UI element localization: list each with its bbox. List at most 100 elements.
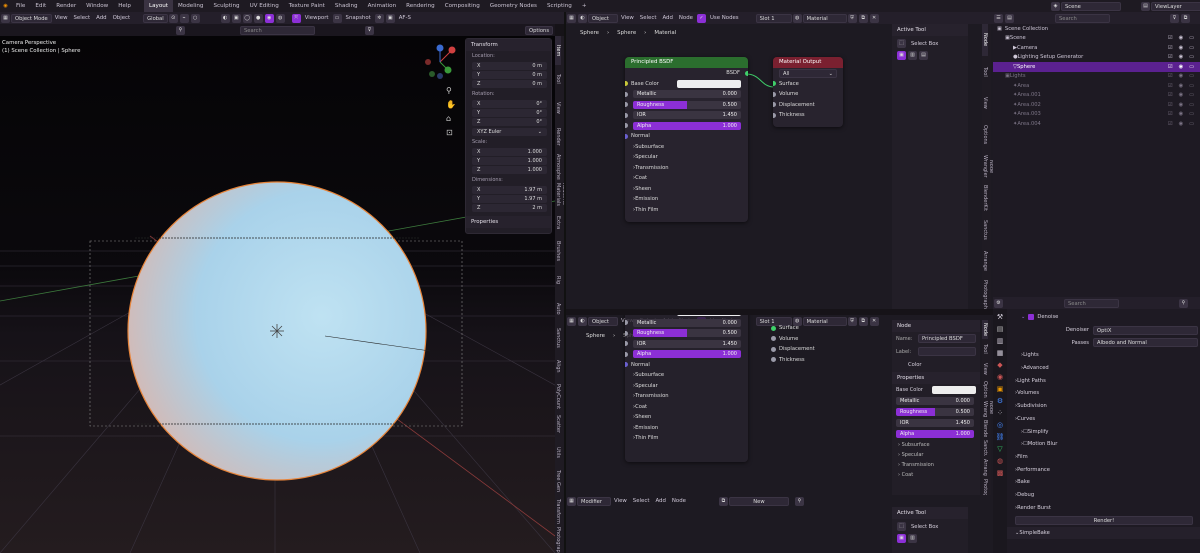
camera-render-icon-9[interactable]: ▭	[1189, 121, 1194, 127]
proportional-icon[interactable]: ○	[190, 13, 200, 23]
mode-new-icon[interactable]: ▣	[897, 51, 906, 60]
np-ior-slider[interactable]: IOR 1.450	[896, 419, 974, 427]
workspace-tab-4[interactable]: Texture Paint	[284, 0, 330, 12]
outliner-item-area-004[interactable]: ✦ Area.004 ☑ ◉ ▭	[993, 119, 1200, 129]
render-tab-icon[interactable]: ▤	[997, 325, 1004, 333]
lock-icon[interactable]: ⊡	[446, 126, 456, 140]
location-x-field[interactable]: X0 m	[472, 62, 547, 70]
mode-dropdown[interactable]: Object Mode	[11, 13, 52, 23]
color-subpanel[interactable]: Color	[892, 358, 980, 372]
exclude-checkbox-5[interactable]: ☑	[1168, 83, 1173, 89]
panel-advanced[interactable]: › Advanced	[1007, 362, 1200, 375]
outliner-item-area-002[interactable]: ✦ Area.002 ☑ ◉ ▭	[993, 100, 1200, 110]
material-output-node[interactable]: Material Output All ⌄ Surface Volume Displa…	[773, 57, 843, 127]
np-roughness-slider[interactable]: Roughness 0.500	[896, 408, 974, 416]
shading-wire-icon[interactable]: ◯	[242, 13, 252, 23]
pan-hand-icon[interactable]: ✋	[446, 98, 456, 112]
base-color-swatch[interactable]	[677, 79, 741, 88]
camera-view-icon[interactable]: ⌂	[446, 112, 456, 126]
new-collection-icon[interactable]: ⧉	[1181, 13, 1190, 23]
camera-render-icon-2[interactable]: ▭	[1189, 54, 1194, 60]
rotation-z-field[interactable]: Z 0°	[472, 118, 547, 126]
workspace-tab-10[interactable]: Scripting	[542, 0, 577, 12]
tab-scatter[interactable]: Scatter	[555, 409, 561, 438]
tab-node-wrangler[interactable]: Node Wrangler	[982, 398, 993, 417]
bottom-menu-node[interactable]: Node	[669, 498, 689, 504]
modifier-dropdown[interactable]: Modifier	[577, 496, 611, 506]
tab-arrange[interactable]: Arrange	[982, 246, 988, 278]
ior-socket-2[interactable]	[625, 341, 628, 347]
matout-target-dropdown[interactable]: All ⌄	[779, 68, 837, 78]
alpha-slider-2[interactable]: Alpha 1.000	[633, 350, 741, 359]
location-z-field[interactable]: Z0 m	[472, 80, 547, 88]
menu-file[interactable]: File	[11, 3, 30, 9]
outliner-item-sphere[interactable]: ▽ Sphere ☑ ◉ ▭	[993, 62, 1200, 72]
options-dropdown[interactable]: Options	[525, 25, 554, 35]
snap-icon[interactable]: ⌁	[179, 13, 189, 23]
denoise-checkbox[interactable]	[1028, 314, 1035, 321]
dims-y-field[interactable]: Y 1.97 m	[472, 195, 547, 203]
camera-render-icon-0[interactable]: ▭	[1189, 35, 1194, 41]
gear-icon[interactable]: ✲	[374, 13, 384, 23]
exclude-checkbox-4[interactable]: ☑	[1168, 73, 1173, 79]
np-subpanel-specular[interactable]: › Specular	[892, 450, 980, 460]
ior-slider-2[interactable]: IOR 1.450	[633, 339, 741, 348]
tab-align[interactable]: Align	[555, 352, 561, 381]
menu-render[interactable]: Render	[51, 3, 81, 9]
workspace-tab-3[interactable]: UV Editing	[245, 0, 284, 12]
shader-editor-middle[interactable]: ▦◐ObjectViewSelectAddNode✓Use NodesSlot …	[566, 315, 993, 495]
select-box-icon[interactable]: ⬚	[897, 39, 906, 48]
particles-tab-icon[interactable]: ⁘	[997, 409, 1003, 417]
tab-atmosphere[interactable]: Atmosphere	[555, 151, 561, 180]
exclude-checkbox-1[interactable]: ☑	[1168, 45, 1173, 51]
workspace-tab-2[interactable]: Sculpting	[208, 0, 244, 12]
af-icon[interactable]: ▣	[385, 13, 395, 23]
np-metallic-slider[interactable]: Metallic 0.000	[896, 397, 974, 405]
output-tab-icon[interactable]: ▥	[997, 337, 1004, 345]
matout-socket-0[interactable]	[773, 81, 776, 87]
scene-selector[interactable]: Scene	[1061, 1, 1121, 11]
data-tab-icon[interactable]: ▽	[997, 445, 1002, 453]
dims-z-field[interactable]: Z2 m	[472, 204, 547, 212]
bottom-menu-add[interactable]: Add	[652, 498, 668, 504]
camera-render-icon-3[interactable]: ▭	[1189, 64, 1194, 70]
workspace-tab-7[interactable]: Rendering	[401, 0, 440, 12]
viewlayer-selector[interactable]: ViewLayer	[1151, 1, 1200, 11]
viewport-menu-view[interactable]: View	[52, 15, 71, 21]
panel-lights[interactable]: › Lights	[1007, 349, 1200, 362]
np-subpanel-coat[interactable]: › Coat	[892, 470, 980, 480]
workspace-tab-1[interactable]: Modeling	[173, 0, 208, 12]
subpanel-coat[interactable]: › Coat	[625, 173, 748, 184]
viewport-menu-select[interactable]: Select	[70, 15, 93, 21]
blender-logo-icon[interactable]: ◉	[1, 2, 10, 11]
dims-x-field[interactable]: X 1.97 m	[472, 186, 547, 194]
tab-blenderkit[interactable]: BlenderKit	[982, 417, 988, 436]
properties-search-input[interactable]: Search	[1064, 298, 1119, 308]
tab-auto[interactable]: Auto	[555, 294, 561, 323]
editor-type-icon[interactable]: ▦	[1, 13, 10, 23]
shading-material-icon[interactable]: ◉	[264, 13, 274, 23]
panel-motion-blur[interactable]: › ☐ Motion Blur	[1007, 438, 1200, 451]
panel-subdivision[interactable]: › Subdivision	[1007, 400, 1200, 413]
matout-socket-2-2[interactable]	[771, 346, 776, 352]
transform-orientation-dropdown[interactable]: Global	[143, 13, 168, 23]
tab-view[interactable]: View	[982, 87, 988, 119]
matout-socket-3-2[interactable]	[771, 357, 776, 363]
tab-options[interactable]: Options	[982, 378, 988, 397]
subpanel-specular-2[interactable]: › Specular	[625, 381, 748, 392]
properties-type-icon[interactable]: ⚙	[994, 298, 1003, 308]
gizmo-icon[interactable]: ⤧	[291, 13, 301, 23]
navigation-gizmo[interactable]	[420, 42, 460, 82]
tab-node[interactable]: Node	[982, 320, 988, 340]
eye-icon-9[interactable]: ◉	[1179, 121, 1184, 127]
overlay-icon[interactable]: ◐	[220, 13, 230, 23]
workspace-tab-8[interactable]: Compositing	[440, 0, 485, 12]
metallic-slider-2[interactable]: Metallic 0.000	[633, 318, 741, 327]
denoiser-dropdown[interactable]: OptiX	[1093, 325, 1198, 335]
shading-render-icon[interactable]: ◍	[275, 13, 285, 23]
viewport-search-input[interactable]: Search	[240, 25, 315, 35]
metallic-slider[interactable]: Metallic 0.000	[633, 90, 741, 99]
subpanel-emission[interactable]: › Emission	[625, 194, 748, 205]
panel-film[interactable]: › Film	[1007, 451, 1200, 464]
tab-sanctus[interactable]: Sanctus	[982, 214, 988, 246]
